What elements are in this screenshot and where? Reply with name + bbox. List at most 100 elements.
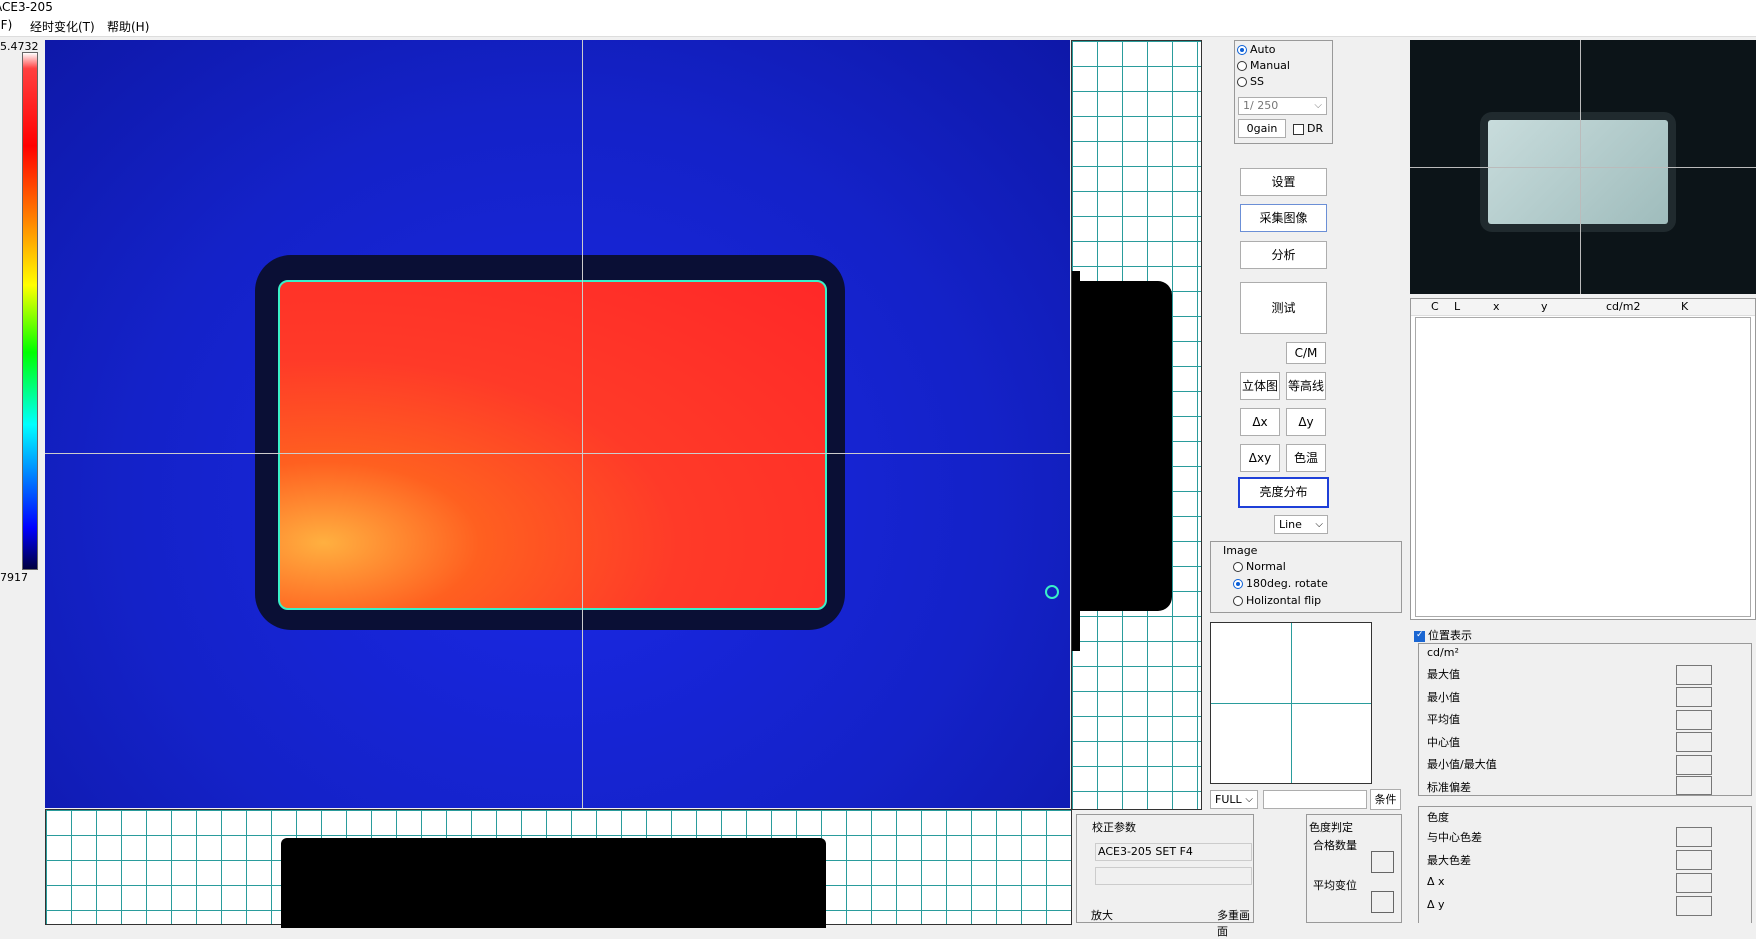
scale-min-label: 7917 xyxy=(0,571,28,584)
stat-ratio-label: 最小值/最大值 xyxy=(1427,758,1497,771)
avg-change-label: 平均变位 xyxy=(1313,879,1357,892)
stat-stddev-value xyxy=(1676,776,1712,795)
calibration-field-2[interactable] xyxy=(1095,867,1252,885)
condition-button[interactable]: 条件 xyxy=(1370,789,1401,810)
image-normal-label: Normal xyxy=(1246,560,1286,573)
delta-xy-button[interactable]: Δxy xyxy=(1240,444,1280,472)
exposure-ss-label: SS xyxy=(1250,75,1264,88)
stat-max-label: 最大值 xyxy=(1427,668,1460,681)
zoom-select[interactable]: FULL ⌵ xyxy=(1210,790,1258,809)
column-x[interactable]: x xyxy=(1493,300,1500,313)
exposure-manual-label: Manual xyxy=(1250,59,1290,72)
dr-checkbox[interactable]: DR xyxy=(1293,122,1323,135)
reference-marker xyxy=(1045,585,1059,599)
chroma-dx-value xyxy=(1676,873,1712,893)
chroma-center-diff-value xyxy=(1676,827,1712,847)
results-table[interactable]: C L x y cd/m2 K xyxy=(1410,298,1756,620)
menu-time-change[interactable]: 经时变化(T) xyxy=(30,18,95,35)
column-k[interactable]: K xyxy=(1681,300,1688,313)
measure-button[interactable]: 测试 xyxy=(1240,282,1327,334)
chroma-dy-label: Δ y xyxy=(1427,898,1445,911)
column-y[interactable]: y xyxy=(1541,300,1548,313)
horizontal-profile-graph xyxy=(45,809,1072,928)
image-rotate-option[interactable]: 180deg. rotate xyxy=(1233,577,1328,590)
cm-button[interactable]: C/M xyxy=(1286,342,1326,364)
color-temp-button[interactable]: 色温 xyxy=(1286,444,1326,472)
column-luminance[interactable]: cd/m2 xyxy=(1606,300,1640,313)
exposure-group: Auto Manual SS 1/ 250 ⌵ 0gain DR xyxy=(1234,40,1333,144)
analyze-button[interactable]: 分析 xyxy=(1240,241,1327,269)
radio-icon xyxy=(1233,562,1243,572)
preview-crosshair-horizontal xyxy=(1410,167,1756,168)
image-flip-option[interactable]: Holizontal flip xyxy=(1233,594,1321,607)
chroma-title: 色度 xyxy=(1427,811,1449,824)
calibration-field[interactable]: ACE3-205 SET F4 xyxy=(1095,843,1252,861)
avg-change-indicator xyxy=(1371,891,1394,913)
window-title: ACE3-205 xyxy=(0,0,53,14)
column-l[interactable]: L xyxy=(1454,300,1460,313)
stat-max-value xyxy=(1676,665,1712,685)
crosshair-horizontal[interactable] xyxy=(45,453,1070,454)
vertical-profile-curve xyxy=(1072,281,1172,611)
chroma-stats-group: 色度 与中心色差 最大色差 Δ x Δ y xyxy=(1418,806,1752,923)
exposure-auto-label: Auto xyxy=(1250,43,1276,56)
zoom-preview[interactable] xyxy=(1210,622,1372,784)
settings-button[interactable]: 设置 xyxy=(1240,168,1327,196)
luminance-unit-title: cd/m² xyxy=(1427,646,1459,659)
calibration-title: 校正参数 xyxy=(1092,821,1136,834)
delta-x-button[interactable]: Δx xyxy=(1240,408,1280,436)
column-c[interactable]: C xyxy=(1431,300,1439,313)
condition-input[interactable] xyxy=(1263,790,1367,809)
image-group: Image Normal 180deg. rotate Holizontal f… xyxy=(1210,541,1402,613)
stat-center-label: 中心值 xyxy=(1427,736,1460,749)
stat-min-value xyxy=(1676,687,1712,707)
delta-y-button[interactable]: Δy xyxy=(1286,408,1326,436)
camera-preview[interactable] xyxy=(1410,40,1756,294)
menu-help[interactable]: 帮助(H) xyxy=(107,18,149,35)
calibration-group: 校正参数 ACE3-205 SET F4 放大 多重画面 xyxy=(1076,814,1254,938)
exposure-manual[interactable]: Manual xyxy=(1237,59,1290,72)
contour-button[interactable]: 等高线 xyxy=(1286,372,1326,400)
stereo-button[interactable]: 立体图 xyxy=(1240,372,1280,400)
luminance-stats-group: cd/m² 最大值 最小值 平均值 中心值 最小值/最大值 标准偏差 xyxy=(1418,643,1752,796)
luminance-distribution-button[interactable]: 亮度分布 xyxy=(1238,477,1329,508)
shutter-select[interactable]: 1/ 250 ⌵ xyxy=(1238,97,1327,115)
chroma-judge-group: 色度判定 合格数量 平均变位 xyxy=(1306,814,1402,923)
crosshair-vertical[interactable] xyxy=(582,40,583,808)
image-group-title: Image xyxy=(1223,544,1258,557)
image-normal-option[interactable]: Normal xyxy=(1233,560,1286,573)
radio-icon xyxy=(1233,596,1243,606)
position-display-checkbox[interactable]: 位置表示 xyxy=(1414,627,1472,643)
pass-count-label: 合格数量 xyxy=(1313,839,1357,852)
line-select-value: Line xyxy=(1279,518,1302,531)
color-scale-bar xyxy=(22,52,38,570)
stat-avg-label: 平均值 xyxy=(1427,713,1460,726)
menu-file[interactable]: (F) xyxy=(0,18,12,32)
gain-button[interactable]: 0gain xyxy=(1238,119,1286,138)
title-bar: ACE3-205 xyxy=(0,0,1756,16)
chroma-center-diff-label: 与中心色差 xyxy=(1427,831,1482,844)
chevron-down-icon: ⌵ xyxy=(1315,519,1323,530)
table-header: C L x y cd/m2 K xyxy=(1411,299,1755,316)
zoom-crosshair-horizontal xyxy=(1211,703,1371,704)
image-flip-label: Holizontal flip xyxy=(1246,594,1322,607)
stat-center-value xyxy=(1676,732,1712,752)
image-rotate-label: 180deg. rotate xyxy=(1246,577,1328,590)
stat-avg-value xyxy=(1676,710,1712,730)
multi-screen-label: 多重画面 xyxy=(1217,909,1250,938)
chroma-max-diff-value xyxy=(1676,850,1712,870)
radio-icon xyxy=(1237,61,1247,71)
exposure-ss[interactable]: SS xyxy=(1237,75,1264,88)
exposure-auto[interactable]: Auto xyxy=(1237,43,1276,56)
zoom-label: 放大 xyxy=(1091,909,1113,922)
luminance-heatmap[interactable] xyxy=(45,40,1070,808)
stat-min-label: 最小值 xyxy=(1427,691,1460,704)
vertical-profile-graph xyxy=(1071,40,1202,810)
horizontal-profile-curve xyxy=(281,838,826,928)
zoom-select-value: FULL xyxy=(1215,793,1242,806)
capture-button[interactable]: 采集图像 xyxy=(1240,204,1327,232)
line-select[interactable]: Line ⌵ xyxy=(1274,515,1328,534)
shutter-value: 1/ 250 xyxy=(1243,99,1279,112)
checkbox-checked-icon xyxy=(1414,630,1425,642)
chroma-dx-label: Δ x xyxy=(1427,875,1445,888)
